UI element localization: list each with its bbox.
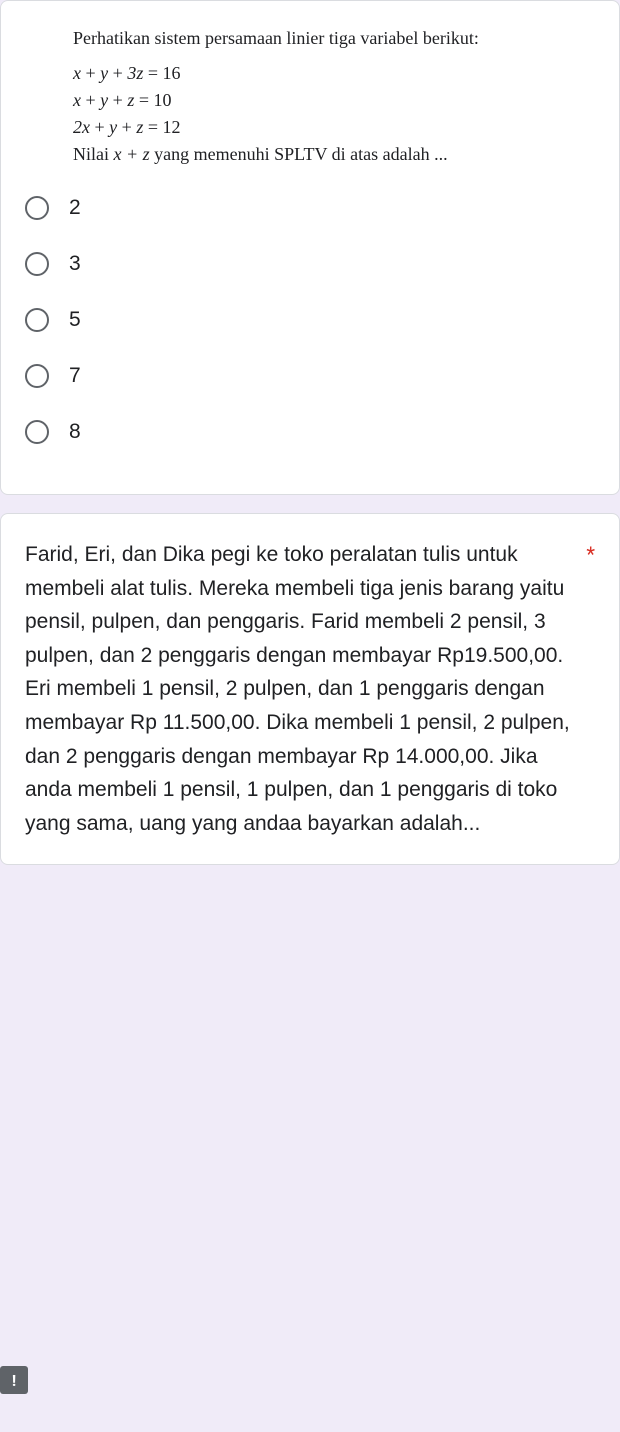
option-row-5[interactable]: 8 xyxy=(25,404,595,460)
required-star-icon: * xyxy=(586,538,595,570)
question-card-1: Perhatikan sistem persamaan linier tiga … xyxy=(0,0,620,495)
radio-icon[interactable] xyxy=(25,364,49,388)
q1-tail: Nilai x + z yang memenuhi SPLTV di atas … xyxy=(25,141,595,168)
exclamation-icon: ! xyxy=(12,1371,16,1390)
option-label: 7 xyxy=(69,364,81,388)
radio-icon[interactable] xyxy=(25,308,49,332)
option-label: 3 xyxy=(69,252,81,276)
q1-eq3: 2x + y + z = 12 xyxy=(25,114,595,141)
radio-icon[interactable] xyxy=(25,196,49,220)
option-label: 5 xyxy=(69,308,81,332)
q1-eq1: x + y + 3z = 16 xyxy=(25,60,595,87)
option-row-2[interactable]: 3 xyxy=(25,236,595,292)
radio-icon[interactable] xyxy=(25,252,49,276)
question-card-2: Farid, Eri, dan Dika pegi ke toko perala… xyxy=(0,513,620,865)
option-row-1[interactable]: 2 xyxy=(25,180,595,236)
option-label: 8 xyxy=(69,420,81,444)
option-row-4[interactable]: 7 xyxy=(25,348,595,404)
radio-icon[interactable] xyxy=(25,420,49,444)
option-label: 2 xyxy=(69,196,81,220)
report-icon[interactable]: ! xyxy=(0,1366,28,1394)
q1-eq2: x + y + z = 10 xyxy=(25,87,595,114)
option-row-3[interactable]: 5 xyxy=(25,292,595,348)
q1-intro: Perhatikan sistem persamaan linier tiga … xyxy=(25,25,595,52)
q2-text: Farid, Eri, dan Dika pegi ke toko perala… xyxy=(25,538,578,840)
